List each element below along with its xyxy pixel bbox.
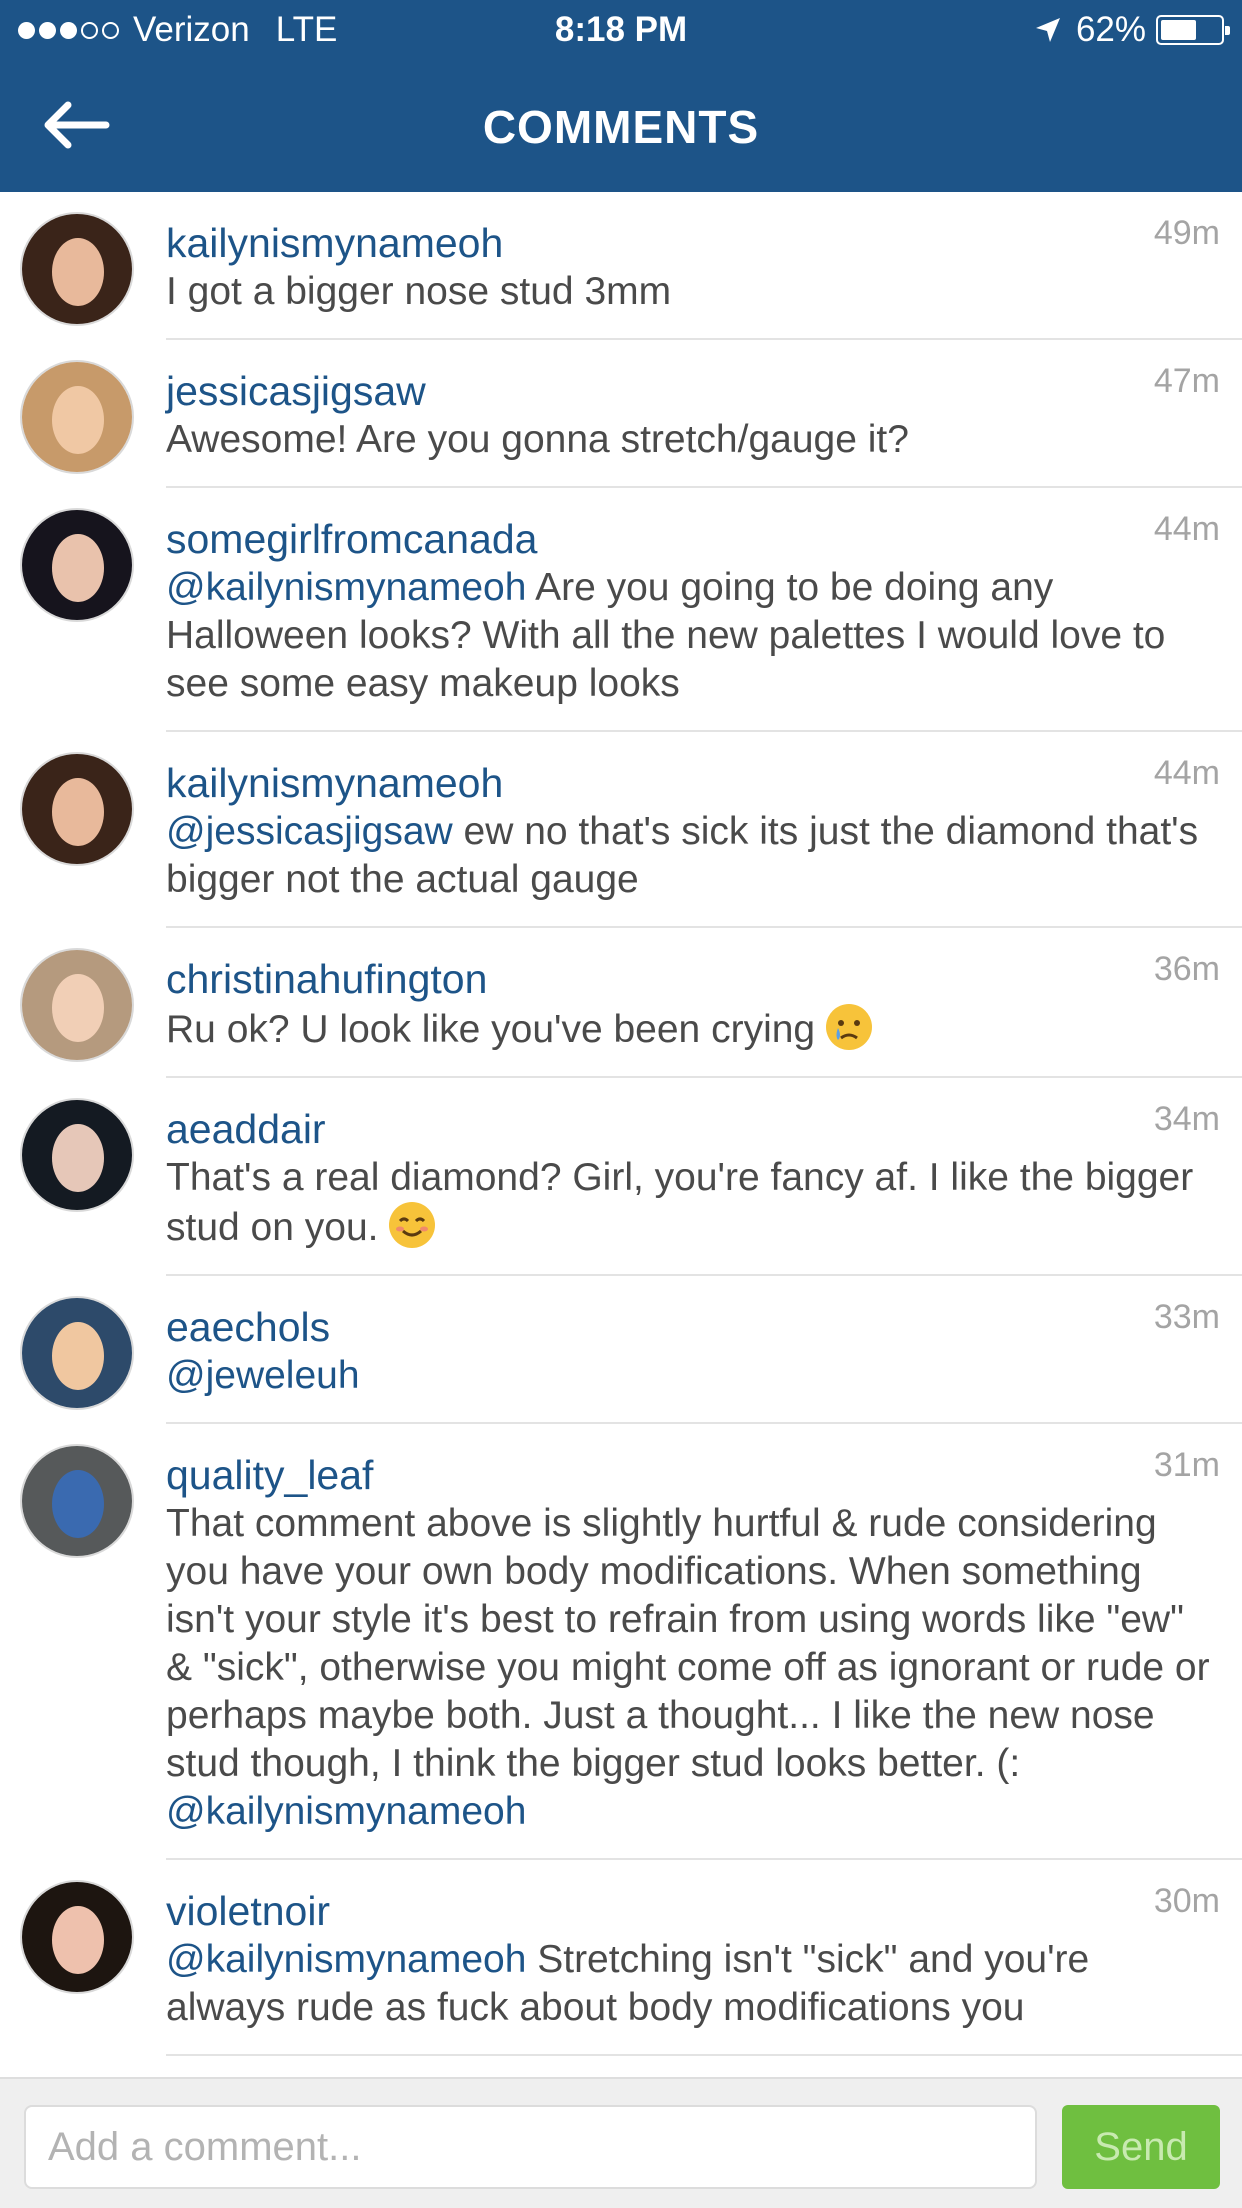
comment-list[interactable]: kailynismynameoh I got a bigger nose stud… xyxy=(0,192,1242,2077)
comment-text-segment: Awesome! Are you gonna stretch/gauge it? xyxy=(166,418,909,461)
comment-item[interactable]: eaechols @jeweleuh 33m xyxy=(20,1276,1242,1424)
comment-text: @jessicasjigsaw ew no that's sick its ju… xyxy=(166,808,1218,926)
username-text: violetnoir xyxy=(166,1888,331,1934)
comment-timestamp: 44m xyxy=(1153,510,1220,548)
username-text: quality_leaf xyxy=(166,1452,374,1498)
avatar-face xyxy=(52,386,104,454)
status-right: 62% xyxy=(1034,10,1230,50)
user-avatar[interactable] xyxy=(20,1296,134,1410)
comment-body: christinahufington Ru ok? U look like you… xyxy=(166,928,1242,1076)
comment-body: violetnoir @kailynismynameoh Stretching i… xyxy=(166,1860,1242,2054)
comment-text: I got a bigger nose stud 3mm xyxy=(166,268,1218,338)
user-avatar[interactable] xyxy=(20,508,134,622)
comment-body: kailynismynameoh I got a bigger nose stud… xyxy=(166,192,1242,338)
username-text: kailynismyname xyxy=(166,220,458,266)
comment-username[interactable]: christinahufington xyxy=(166,954,1218,1004)
username-text-suffix: oh xyxy=(457,220,504,266)
comment-body: jessicasjigsaw Awesome! Are you gonna str… xyxy=(166,340,1242,486)
status-bar: Verizon LTE 8:18 PM 62% xyxy=(0,0,1242,62)
username-text: christinahufington xyxy=(166,956,488,1002)
avatar-face xyxy=(52,1322,104,1390)
comment-text: Awesome! Are you gonna stretch/gauge it? xyxy=(166,416,1218,486)
mention-link[interactable]: @kailynismynameoh xyxy=(166,1938,526,1981)
user-avatar[interactable] xyxy=(20,1444,134,1558)
comment-item[interactable]: quality_leaf That comment above is slight… xyxy=(20,1424,1242,1860)
send-button[interactable]: Send xyxy=(1062,2105,1220,2189)
mention-link[interactable]: @kailynismynameoh xyxy=(166,566,526,609)
comment-item[interactable]: aeaddair That's a real diamond? Girl, you… xyxy=(20,1078,1242,1276)
user-avatar[interactable] xyxy=(20,212,134,326)
comment-timestamp: 44m xyxy=(1153,754,1220,792)
comment-username[interactable]: eaechols xyxy=(166,1302,1218,1352)
comment-username[interactable]: aeaddair xyxy=(166,1104,1218,1154)
comment-text: That comment above is slightly hurtful &… xyxy=(166,1500,1218,1858)
comment-username[interactable]: jessicasjigsaw xyxy=(166,366,1218,416)
location-arrow-icon xyxy=(1035,18,1060,42)
avatar-face xyxy=(52,534,104,602)
comment-text: @kailynismynameoh Stretching isn't "sick… xyxy=(166,1936,1218,2054)
battery-percent: 62% xyxy=(1075,10,1146,49)
user-avatar[interactable] xyxy=(20,1098,134,1212)
user-avatar[interactable] xyxy=(20,1880,134,1994)
app-screen: Verizon LTE 8:18 PM 62% COMMENTS kailyni… xyxy=(0,0,1242,2208)
comment-item[interactable]: kailynismynameoh I got a bigger nose stud… xyxy=(20,192,1242,340)
comment-username[interactable]: kailynismynameoh xyxy=(166,758,1218,808)
comment-timestamp: 47m xyxy=(1153,362,1220,400)
comment-item[interactable]: somegirlfromcanada @kailynismynameoh Are … xyxy=(20,488,1242,732)
comment-body: aeaddair That's a real diamond? Girl, you… xyxy=(166,1078,1242,1274)
comment-timestamp: 31m xyxy=(1153,1446,1220,1484)
comment-username[interactable]: violetnoir xyxy=(166,1886,1218,1936)
comment-timestamp: 33m xyxy=(1153,1298,1220,1336)
comment-timestamp: 36m xyxy=(1153,950,1220,988)
avatar-face xyxy=(52,974,104,1042)
comment-body: eaechols @jeweleuh xyxy=(166,1276,1242,1422)
mention-link[interactable]: @jessicasjigsaw xyxy=(166,810,453,853)
comment-item[interactable]: violetnoir @kailynismynameoh Stretching i… xyxy=(20,1860,1242,2056)
user-avatar[interactable] xyxy=(20,752,134,866)
comment-text-segment: That comment above is slightly hurtful &… xyxy=(166,1502,1210,1785)
username-text: jessicasjigsaw xyxy=(166,368,426,414)
comment-body: quality_leaf That comment above is slight… xyxy=(166,1424,1242,1858)
battery-level-fill xyxy=(1161,20,1196,40)
comment-item[interactable]: christinahufington Ru ok? U look like you… xyxy=(20,928,1242,1078)
username-text: kailynismynameoh xyxy=(166,760,504,806)
user-avatar[interactable] xyxy=(20,948,134,1062)
battery-nub xyxy=(1225,26,1230,35)
comment-body: somegirlfromcanada @kailynismynameoh Are … xyxy=(166,488,1242,730)
comment-timestamp: 34m xyxy=(1153,1100,1220,1138)
comment-text-segment: That's a real diamond? Girl, you're fanc… xyxy=(166,1156,1194,1249)
avatar-face xyxy=(52,778,104,846)
username-text: aeaddair xyxy=(166,1106,326,1152)
mention-link[interactable]: @kailynismynameoh xyxy=(166,1790,526,1833)
comment-username[interactable]: quality_leaf xyxy=(166,1450,1218,1500)
comment-text-segment: I got a bigger nose stud 3mm xyxy=(166,270,672,313)
avatar-face xyxy=(52,1906,104,1974)
comment-text: That's a real diamond? Girl, you're fanc… xyxy=(166,1154,1218,1274)
comment-username[interactable]: kailynismynameoh xyxy=(166,218,1218,268)
comment-timestamp: 30m xyxy=(1153,1882,1220,1920)
comment-body: kailynismynameoh @jessicasjigsaw ew no th… xyxy=(166,732,1242,926)
comment-item[interactable]: kailynismynameoh @jessicasjigsaw ew no th… xyxy=(20,732,1242,928)
comment-timestamp: 49m xyxy=(1153,214,1220,252)
comment-text: @kailynismynameoh Are you going to be do… xyxy=(166,564,1218,730)
mention-link[interactable]: @jeweleuh xyxy=(166,1354,360,1397)
comment-text: @jeweleuh xyxy=(166,1352,1218,1422)
username-text: somegirlfromcanada xyxy=(166,516,538,562)
comment-username[interactable]: somegirlfromcanada xyxy=(166,514,1218,564)
avatar-face xyxy=(52,238,104,306)
comment-text: Ru ok? U look like you've been crying xyxy=(166,1004,1218,1076)
comment-item[interactable]: jessicasjigsaw Awesome! Are you gonna str… xyxy=(20,340,1242,488)
nav-bar: COMMENTS xyxy=(0,62,1242,192)
page-title: COMMENTS xyxy=(482,101,760,153)
username-text: eaechols xyxy=(166,1304,331,1350)
comment-input-bar: Send xyxy=(0,2077,1242,2208)
comment-input[interactable] xyxy=(24,2105,1037,2189)
avatar-face xyxy=(52,1470,104,1538)
crying-face-emoji-icon xyxy=(825,1004,872,1050)
user-avatar[interactable] xyxy=(20,360,134,474)
comment-text-segment: Ru ok? U look like you've been crying xyxy=(166,1008,826,1051)
avatar-face xyxy=(52,1124,104,1192)
battery-icon xyxy=(1156,15,1230,45)
smiling-face-emoji-icon xyxy=(389,1202,436,1248)
